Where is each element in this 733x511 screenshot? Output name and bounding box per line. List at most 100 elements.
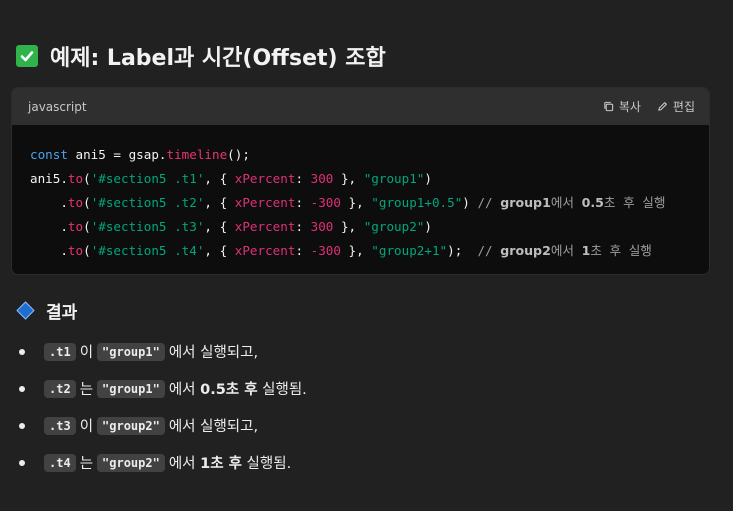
bullet <box>19 422 25 429</box>
code-token: '#section5 .t2' <box>90 195 205 210</box>
group-code-chip: "group1" <box>97 342 165 361</box>
code-token: to <box>67 243 84 258</box>
code-token: : <box>295 171 311 186</box>
target-code-chip: .t1 <box>44 342 76 361</box>
action-text: 실행되고, <box>200 419 259 435</box>
code-token: , { <box>204 171 235 186</box>
copy-icon <box>603 101 614 112</box>
particle-text: 는 <box>79 382 94 398</box>
description-text: 에서 <box>168 419 201 435</box>
code-block: javascript 복사 편집 const ani5 = gsap.timel… <box>11 87 710 275</box>
particle-text: 는 <box>79 456 94 472</box>
code-token: // <box>477 195 501 210</box>
code-token: }, <box>340 243 372 258</box>
list-item: .t4 는 "group2" 에서 1초 후 실행됨. <box>16 444 716 481</box>
group-code-chip: "group1" <box>97 379 165 398</box>
bullet <box>19 385 25 392</box>
description-text: 에서 <box>168 382 201 398</box>
section-heading: 예제: Label과 시간(Offset) 조합 <box>16 38 386 74</box>
code-content: const ani5 = gsap.timeline(); ani5.to('#s… <box>12 125 709 263</box>
code-token: to <box>67 171 84 186</box>
description-text: 에서 <box>168 456 201 472</box>
copy-button[interactable]: 복사 <box>603 98 641 115</box>
bullet <box>19 348 25 355</box>
target-code-chip: .t4 <box>44 453 76 472</box>
code-token: ) <box>462 195 478 210</box>
code-token: 초 후 실행 <box>603 195 666 210</box>
code-token: ( <box>83 219 91 234</box>
code-actions: 복사 편집 <box>603 98 695 115</box>
code-token: }, <box>333 171 364 186</box>
code-token: xPercent <box>234 195 296 210</box>
code-token: 300 <box>310 171 334 186</box>
group-code-chip: "group2" <box>97 416 165 435</box>
code-token: (); <box>227 147 250 162</box>
delay-text: 0.5초 후 <box>200 382 258 398</box>
code-token: : <box>295 219 311 234</box>
code-token: to <box>67 219 84 234</box>
code-token: ); <box>447 243 478 258</box>
delay-text: 1초 후 <box>200 456 242 472</box>
list-item: .t3 이 "group2" 에서 실행되고, <box>16 407 716 444</box>
pencil-icon <box>657 101 668 112</box>
code-token: ( <box>83 195 91 210</box>
code-token: ( <box>83 243 91 258</box>
target-code-chip: .t2 <box>44 379 76 398</box>
code-token: // <box>477 243 501 258</box>
code-token: ani5. <box>30 171 68 186</box>
copy-label: 복사 <box>618 100 641 114</box>
code-token: xPercent <box>234 243 296 258</box>
code-token: '#section5 .t1' <box>90 171 205 186</box>
bullet <box>19 459 25 466</box>
target-code-chip: .t3 <box>44 416 76 435</box>
code-line: .to('#section5 .t3', { xPercent: 300 }, … <box>30 215 709 239</box>
code-token: . <box>30 195 68 210</box>
code-token: ( <box>83 171 91 186</box>
code-token: -300 <box>310 243 341 258</box>
code-token: group1 <box>500 195 551 210</box>
code-line: const ani5 = gsap.timeline(); <box>30 143 709 167</box>
code-token: . <box>30 219 68 234</box>
list-item: .t2 는 "group1" 에서 0.5초 후 실행됨. <box>16 370 716 407</box>
list-item: .t1 이 "group1" 에서 실행되고, <box>16 333 716 370</box>
code-token: : <box>295 243 311 258</box>
description-text: 에서 <box>168 345 201 361</box>
code-token: ani5 = gsap. <box>67 147 167 162</box>
section-heading-text: 예제: Label과 시간(Offset) 조합 <box>50 46 386 71</box>
code-token: xPercent <box>234 219 296 234</box>
code-token: , { <box>204 243 235 258</box>
code-token: 300 <box>310 219 334 234</box>
code-token: to <box>67 195 84 210</box>
code-token: . <box>30 243 68 258</box>
code-token: ) <box>424 219 432 234</box>
code-line: .to('#section5 .t2', { xPercent: -300 },… <box>30 191 709 215</box>
code-token: "group2+1" <box>371 243 448 258</box>
code-token: : <box>295 195 311 210</box>
action-text: 실행됨. <box>241 456 292 472</box>
code-token: 에서 <box>550 243 582 258</box>
particle-text: 이 <box>79 419 94 435</box>
blue-diamond-icon <box>16 300 35 320</box>
code-header: javascript 복사 편집 <box>12 88 709 125</box>
code-token: , { <box>204 195 235 210</box>
code-token: 초 후 실행 <box>590 243 652 258</box>
result-heading: 결과 <box>16 296 77 324</box>
code-token: "group2" <box>363 219 425 234</box>
result-list: .t1 이 "group1" 에서 실행되고, .t2 는 "group1" 에서 0.5초 … <box>16 333 716 481</box>
particle-text: 이 <box>79 345 94 361</box>
code-token: -300 <box>310 195 341 210</box>
action-text: 실행됨. <box>257 382 307 398</box>
code-token: 0.5 <box>581 195 604 210</box>
code-token: '#section5 .t4' <box>90 243 205 258</box>
code-line: .to('#section5 .t4', { xPercent: -300 },… <box>30 239 709 263</box>
code-token: 에서 <box>550 195 582 210</box>
code-token: ) <box>424 171 432 186</box>
code-token: }, <box>333 219 364 234</box>
code-line: ani5.to('#section5 .t1', { xPercent: 300… <box>30 167 709 191</box>
code-token: timeline <box>166 147 228 162</box>
check-mark-button-icon <box>16 45 38 67</box>
code-token: , { <box>204 219 235 234</box>
edit-button[interactable]: 편집 <box>657 98 695 115</box>
code-token: "group1+0.5" <box>371 195 463 210</box>
action-text: 실행되고, <box>200 345 259 361</box>
